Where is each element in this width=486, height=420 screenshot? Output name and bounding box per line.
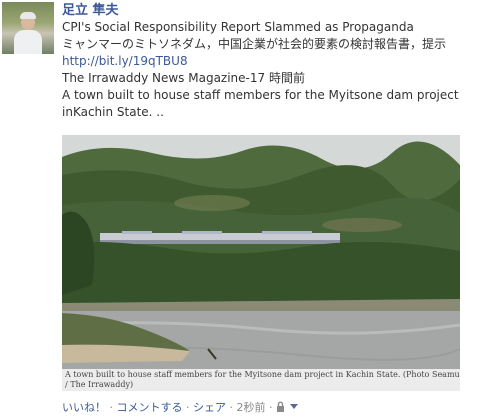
post-timestamp[interactable]: 2秒前 [237,401,266,414]
photo-landscape [62,135,460,391]
post-photo[interactable]: A town built to house staff members for … [62,135,460,391]
author-avatar[interactable] [2,2,54,54]
post-title: CPI's Social Responsibility Report Slamm… [62,20,414,34]
post-source: The Irrawaddy News Magazine-17 時間前 [62,71,305,85]
photo-caption-line-2: / The Irrawaddy) [65,380,134,389]
share-link[interactable]: シェア [193,401,226,414]
author-name[interactable]: 足立 隼夫 [62,2,482,19]
post-link[interactable]: http://bit.ly/19qTBU8 [62,53,482,70]
post-actions: いいね！ · コメントする · シェア · 2秒前 · [62,400,299,417]
chevron-down-icon[interactable] [289,400,299,416]
photo-caption: A town built to house staff members for … [62,369,460,391]
lock-icon [276,401,285,417]
comment-link[interactable]: コメントする [117,401,183,414]
actions-separator: · [226,401,237,414]
photo-caption-line-1: A town built to house staff members for … [65,370,460,379]
actions-separator: · [265,401,276,414]
avatar-figure-hair [20,12,36,19]
like-link[interactable]: いいね！ [62,401,106,414]
post-description-line-2: inKachin State. .. [62,105,164,119]
avatar-figure-shirt [14,30,42,54]
actions-separator: · [182,401,193,414]
actions-separator: · [106,401,117,414]
post-subtitle: ミャンマーのミトソネダム，中国企業が社会的要素の検討報告書，提示 [62,37,447,51]
post-content: 足立 隼夫 CPI's Social Responsibility Report… [62,2,482,121]
post-description-line-1: A town built to house staff members for … [62,88,459,102]
